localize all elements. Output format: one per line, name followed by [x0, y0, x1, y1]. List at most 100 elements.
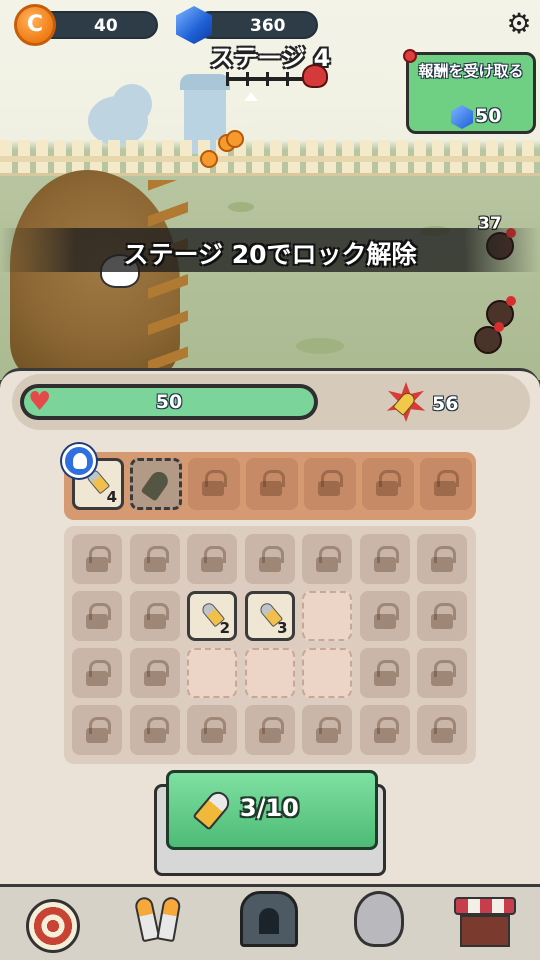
shop-body [460, 915, 510, 947]
shop-awning [454, 897, 516, 915]
claim-reward-button[interactable]: 報酬を受け取る 50 [403, 49, 536, 134]
fire-count: 3/10 [240, 794, 299, 822]
unlock-banner-text: ステージ 20でロック解除 [123, 240, 417, 269]
grid-cell-empty[interactable] [187, 648, 237, 698]
equip-slot-locked [420, 458, 472, 510]
reward-gem-icon [451, 105, 473, 129]
bullets-icon [133, 893, 184, 947]
lock-icon [316, 546, 341, 572]
boss-devil-icon [302, 64, 328, 88]
stage-progress-track [226, 72, 306, 86]
lock-icon [143, 660, 169, 686]
grid-cell-locked [72, 705, 122, 755]
equip-slot-locked [304, 458, 356, 510]
lock-icon [260, 470, 285, 496]
grid-cell-empty[interactable] [244, 648, 295, 698]
bird-badge-icon [62, 444, 96, 478]
equip-slot-locked [188, 458, 240, 510]
lock-icon [86, 660, 111, 686]
nav-battle[interactable] [0, 893, 90, 959]
fence-rail [0, 156, 540, 162]
lock-icon [143, 717, 169, 743]
lock-icon [431, 717, 456, 743]
inventory-grid: 23 [64, 526, 476, 764]
rocket-icon [140, 468, 172, 502]
grid-cell-locked [72, 591, 122, 641]
grid-cell-locked [129, 648, 180, 698]
wooden-stakes [148, 180, 188, 380]
coin-drop-icon [200, 150, 218, 168]
grid-cell-locked [129, 534, 180, 584]
coin-drop-icon [226, 130, 244, 148]
grid-cell-locked [187, 705, 237, 755]
grid-cell-locked [302, 534, 352, 584]
grid-cell-locked [417, 534, 467, 584]
grid-cell-locked [417, 591, 467, 641]
lock-icon [143, 603, 169, 629]
grid-cell-bullet[interactable]: 2 [187, 591, 237, 641]
lock-icon [431, 546, 456, 572]
bottom-nav [0, 884, 540, 960]
hp-value: 50 [155, 391, 183, 413]
lock-icon [86, 546, 111, 572]
background-tree [112, 84, 152, 124]
grid-cell-locked [359, 705, 410, 755]
furnace-icon [240, 891, 298, 947]
grass-patch [228, 202, 254, 212]
lock-icon [318, 470, 343, 496]
lock-icon [201, 717, 226, 743]
target-icon [26, 899, 80, 953]
shop-icon [454, 897, 516, 947]
grid-cell-locked [417, 648, 467, 698]
equipment-row: 4 [64, 452, 476, 520]
gem-counter: 360 [196, 11, 318, 39]
grid-cell-locked [359, 534, 410, 584]
lock-icon [258, 717, 284, 743]
enemy-chicken [474, 322, 504, 354]
grid-cell-locked [72, 534, 122, 584]
coin-count: 40 [94, 16, 118, 36]
lock-icon [86, 717, 111, 743]
gem-count: 360 [250, 16, 286, 36]
coin-icon: C [14, 4, 56, 46]
settings-gear-icon[interactable]: ⚙ [505, 10, 533, 38]
item-count: 3 [277, 619, 288, 637]
unlock-banner: ステージ 20でロック解除 [0, 228, 540, 272]
item-count: 4 [106, 488, 117, 506]
grid-cell-locked [359, 591, 410, 641]
equip-slot-locked [246, 458, 298, 510]
grid-cell-locked [359, 648, 410, 698]
grid-cell-locked [129, 591, 180, 641]
lock-icon [434, 470, 459, 496]
grass-patch [296, 338, 344, 354]
grid-cell-locked [417, 705, 467, 755]
reward-amount: 50 [475, 105, 502, 127]
grid-cell-locked [244, 705, 295, 755]
grid-cell-bullet[interactable]: 3 [244, 591, 295, 641]
lock-icon [202, 470, 227, 496]
lock-icon [373, 546, 399, 572]
lock-icon [201, 546, 226, 572]
lock-icon [431, 603, 456, 629]
grid-cell-locked [187, 534, 237, 584]
lock-icon [143, 546, 169, 572]
lock-icon [258, 546, 284, 572]
equip-slot-locked [362, 458, 414, 510]
grid-cell-locked [72, 648, 122, 698]
grid-cell-locked [129, 705, 180, 755]
item-count: 2 [219, 619, 230, 637]
lock-icon [316, 717, 341, 743]
grid-cell-locked [244, 534, 295, 584]
bird-icon [354, 891, 404, 947]
stage-progress-marker [244, 92, 258, 101]
grid-cell-locked [302, 705, 352, 755]
lock-icon [373, 660, 399, 686]
grid-cell-empty[interactable] [302, 648, 352, 698]
lock-icon [431, 660, 456, 686]
lock-icon [373, 603, 399, 629]
coin-symbol: C [26, 12, 44, 37]
lock-icon [86, 603, 111, 629]
equip-slot-rocket[interactable] [130, 458, 182, 510]
lock-icon [376, 470, 401, 496]
grid-cell-empty[interactable] [302, 591, 352, 641]
